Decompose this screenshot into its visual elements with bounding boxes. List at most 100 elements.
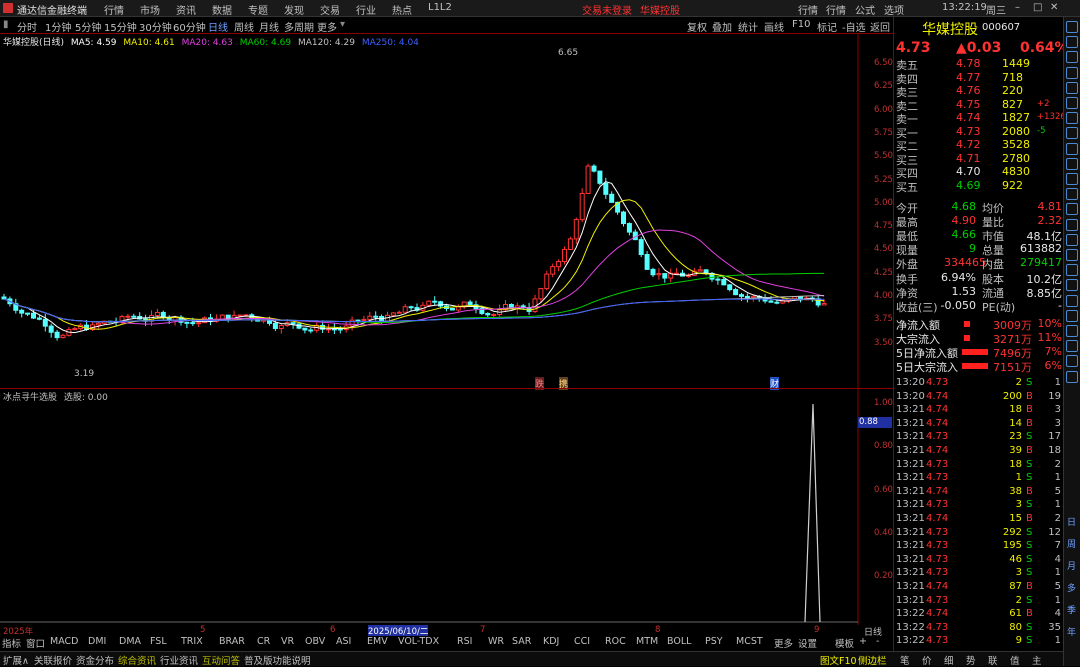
period-tab[interactable]: 更多 bbox=[317, 19, 337, 34]
toolbar-btn[interactable]: 返回 bbox=[870, 19, 890, 34]
indicator-tab[interactable]: + bbox=[859, 636, 867, 647]
side-period-label[interactable]: 季 bbox=[1067, 603, 1076, 616]
side-tool-icon[interactable] bbox=[1066, 264, 1078, 277]
side-period-label[interactable]: 月 bbox=[1067, 559, 1076, 572]
indicator-tab[interactable]: SAR bbox=[512, 636, 531, 647]
indicator-tab[interactable]: - bbox=[876, 636, 879, 647]
side-tool-icon[interactable] bbox=[1066, 249, 1078, 261]
menu-news2[interactable]: 行情 bbox=[826, 2, 846, 17]
toolbar-btn[interactable]: -自选 bbox=[842, 19, 866, 34]
indicator-tab[interactable]: OBV bbox=[305, 636, 325, 647]
menu-data[interactable]: 数据 bbox=[212, 2, 232, 17]
period-tab-active[interactable]: 日线 bbox=[208, 19, 228, 34]
side-tool-icon[interactable] bbox=[1066, 81, 1078, 94]
indicator-tab[interactable]: FSL bbox=[150, 636, 167, 647]
side-tool-icon[interactable] bbox=[1066, 51, 1078, 64]
indicator-tab[interactable]: MCST bbox=[736, 636, 763, 647]
indicator-tab[interactable]: VOL-TDX bbox=[398, 636, 439, 647]
indicator-tab[interactable]: ASI bbox=[336, 636, 351, 647]
side-tool-icon[interactable] bbox=[1066, 218, 1078, 231]
indicator-tab[interactable]: VR bbox=[281, 636, 294, 647]
side-tool-icon[interactable] bbox=[1066, 97, 1078, 109]
indicator-tab[interactable]: CCI bbox=[574, 636, 590, 647]
side-tool-icon[interactable] bbox=[1066, 36, 1078, 49]
menu-l1l2[interactable]: L1L2 bbox=[428, 2, 452, 13]
side-tool-icon[interactable] bbox=[1066, 21, 1078, 33]
expand-button[interactable]: 扩展∧ bbox=[3, 653, 29, 667]
toolbar-btn[interactable]: 画线 bbox=[764, 19, 784, 34]
bottom-tab[interactable]: 互动问答 bbox=[202, 653, 240, 667]
indicator-tab[interactable]: DMI bbox=[88, 636, 106, 647]
indicator-tab[interactable]: BOLL bbox=[667, 636, 691, 647]
toolbar-btn[interactable]: 标记 bbox=[817, 19, 837, 34]
bottom-mode[interactable]: 势 bbox=[966, 653, 976, 667]
period-tab[interactable]: 15分钟 bbox=[104, 19, 137, 34]
indicator-tab[interactable]: PSY bbox=[705, 636, 723, 647]
side-tool-icon[interactable] bbox=[1066, 112, 1078, 125]
side-tool-icon[interactable] bbox=[1066, 66, 1078, 79]
menu-industry[interactable]: 行业 bbox=[356, 2, 376, 17]
bottom-mode[interactable]: 主 bbox=[1032, 653, 1042, 667]
menu-news[interactable]: 资讯 bbox=[176, 2, 196, 17]
more-arrow-icon[interactable]: ▾ bbox=[340, 19, 345, 30]
side-tool-icon[interactable] bbox=[1066, 355, 1078, 368]
indicator-tab[interactable]: WR bbox=[488, 636, 504, 647]
indicator-tab[interactable]: 模板 bbox=[835, 636, 854, 650]
maximize-icon[interactable]: □ bbox=[1033, 2, 1042, 13]
bottom-mode[interactable]: 联 bbox=[988, 653, 998, 667]
indicator-tab[interactable]: EMV bbox=[367, 636, 388, 647]
menu-market[interactable]: 市场 bbox=[140, 2, 160, 17]
indicator-tab[interactable]: TRIX bbox=[181, 636, 203, 647]
side-tool-icon[interactable] bbox=[1066, 370, 1078, 383]
side-tool-icon[interactable] bbox=[1066, 294, 1078, 307]
indicator-tab[interactable]: ROC bbox=[605, 636, 626, 647]
side-period-label[interactable]: 年 bbox=[1067, 625, 1076, 638]
indicator-panel[interactable] bbox=[0, 388, 893, 625]
bottom-tab[interactable]: 综合资讯 bbox=[118, 653, 156, 667]
side-tool-icon[interactable] bbox=[1066, 279, 1078, 292]
side-tool-icon[interactable] bbox=[1066, 173, 1078, 185]
period-tab[interactable]: 5分钟 bbox=[75, 19, 101, 34]
menu-topics[interactable]: 专题 bbox=[248, 2, 268, 17]
trade-status[interactable]: 交易未登录 bbox=[582, 2, 632, 17]
period-tab[interactable]: 60分钟 bbox=[173, 19, 206, 34]
side-tool-icon[interactable] bbox=[1066, 188, 1078, 201]
menu-trade[interactable]: 交易 bbox=[320, 2, 340, 17]
indicator-tab[interactable]: KDJ bbox=[543, 636, 559, 647]
indicator-tab[interactable]: MTM bbox=[636, 636, 658, 647]
period-tab[interactable]: 分时 bbox=[17, 19, 37, 34]
menu-formula[interactable]: 公式 bbox=[855, 2, 875, 17]
bottom-mode[interactable]: 值 bbox=[1010, 653, 1020, 667]
minimize-icon[interactable]: – bbox=[1015, 2, 1020, 13]
indicator-tab[interactable]: MACD bbox=[50, 636, 78, 647]
indicator-tab[interactable]: 指标 bbox=[2, 636, 21, 650]
period-tab[interactable]: 1分钟 bbox=[45, 19, 71, 34]
side-period-label[interactable]: 多 bbox=[1067, 581, 1076, 594]
indicator-tab[interactable]: DMA bbox=[119, 636, 141, 647]
side-period-label[interactable]: 周 bbox=[1067, 537, 1076, 550]
indicator-tab[interactable]: BRAR bbox=[219, 636, 245, 647]
indicator-tab[interactable]: RSI bbox=[457, 636, 472, 647]
toolbar-btn[interactable]: 叠加 bbox=[712, 19, 732, 34]
indicator-tab[interactable]: 窗口 bbox=[26, 636, 45, 650]
kline-chart[interactable] bbox=[0, 33, 893, 389]
side-tool-icon[interactable] bbox=[1066, 309, 1078, 322]
bottom-mode[interactable]: 细 bbox=[944, 653, 954, 667]
menu-quotes[interactable]: 行情 bbox=[104, 2, 124, 17]
bottom-tab[interactable]: 关联报价 bbox=[34, 653, 72, 667]
side-tool-icon[interactable] bbox=[1066, 127, 1078, 140]
side-period-label[interactable]: 日 bbox=[1067, 515, 1076, 528]
menu-hq[interactable]: 行情 bbox=[798, 2, 818, 17]
menu-hot[interactable]: 热点 bbox=[392, 2, 412, 17]
side-tool-icon[interactable] bbox=[1066, 203, 1078, 216]
period-tab[interactable]: 周线 bbox=[234, 19, 254, 34]
f10-button[interactable]: 图文F10 bbox=[820, 653, 857, 667]
period-tab[interactable]: 月线 bbox=[259, 19, 279, 34]
period-tab[interactable]: 多周期 bbox=[284, 19, 314, 34]
indicator-tab[interactable]: 设置 bbox=[798, 636, 817, 650]
side-tool-icon[interactable] bbox=[1066, 233, 1078, 246]
menu-options[interactable]: 选项 bbox=[884, 2, 904, 17]
toolbar-btn[interactable]: F10 bbox=[792, 19, 810, 30]
period-toggle-icon[interactable]: ▮ bbox=[3, 19, 9, 30]
indicator-tab[interactable]: CR bbox=[257, 636, 270, 647]
